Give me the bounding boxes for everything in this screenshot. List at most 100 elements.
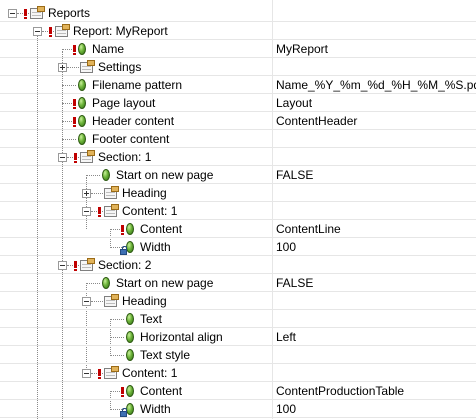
tree-row-section-1[interactable]: Section: 1	[0, 148, 476, 166]
warning-icon	[24, 8, 27, 20]
bullet-icon	[102, 169, 110, 181]
tree-branch-line	[110, 319, 124, 320]
tree-branch-line	[67, 157, 79, 158]
tree-row-reports[interactable]: Reports	[0, 4, 476, 22]
collapse-icon[interactable]	[82, 297, 91, 306]
collapse-icon[interactable]	[82, 207, 91, 216]
tree-property-label: Content	[140, 384, 183, 398]
tree-property-label: Header content	[92, 114, 175, 128]
tree-row-settings[interactable]: Settings	[0, 58, 476, 76]
tree-node-label: Settings	[98, 60, 142, 74]
collapse-icon[interactable]	[58, 153, 67, 162]
tree-property-value[interactable]: FALSE	[276, 167, 313, 183]
tree-property-value[interactable]: MyReport	[276, 41, 328, 57]
expand-icon[interactable]	[82, 189, 91, 198]
tree-node-label: Section: 1	[98, 150, 152, 164]
bullet-icon	[78, 79, 86, 91]
tree-property-label: Horizontal align	[140, 330, 223, 344]
tree-row-content-2[interactable]: Content: 1	[0, 364, 476, 382]
collapse-icon[interactable]	[58, 261, 67, 270]
lock-icon	[120, 246, 127, 255]
warning-icon	[74, 260, 77, 272]
tree-property-label: Footer content	[92, 132, 170, 146]
bullet-icon	[78, 115, 86, 127]
tree-row-prop-horizontal-align[interactable]: Horizontal align Left	[0, 328, 476, 346]
tree-node-label: Report: MyReport	[73, 24, 168, 38]
tree-row-prop-start-new-page-2[interactable]: Start on new page FALSE	[0, 274, 476, 292]
folder-icon	[103, 294, 119, 308]
tree-node-label: Reports	[48, 6, 91, 20]
tree-row-report-myreport[interactable]: Report: MyReport	[0, 22, 476, 40]
bullet-icon	[126, 385, 134, 397]
tree-branch-line	[91, 373, 103, 374]
tree-row-prop-text[interactable]: Text	[0, 310, 476, 328]
tree-row-prop-text-style[interactable]: Text style	[0, 346, 476, 364]
bullet-icon	[78, 133, 86, 145]
bullet-icon	[126, 313, 134, 325]
bullet-icon	[126, 241, 134, 253]
tree-row-prop-start-new-page-1[interactable]: Start on new page FALSE	[0, 166, 476, 184]
tree-row-prop-filename-pattern[interactable]: Filename pattern Name_%Y_%m_%d_%H_%M_%S.p…	[0, 76, 476, 94]
tree-property-value[interactable]: Name_%Y_%m_%d_%H_%M_%S.pdf	[276, 77, 476, 93]
tree-branch-line	[62, 139, 76, 140]
tree-row-content-1[interactable]: Content: 1	[0, 202, 476, 220]
warning-icon	[98, 368, 101, 380]
tree-property-label: Text style	[140, 348, 191, 362]
tree-property-value[interactable]: ContentLine	[276, 221, 341, 237]
tree-row-prop-page-layout[interactable]: Page layout Layout	[0, 94, 476, 112]
tree-row-prop-width-2[interactable]: Width 100	[0, 400, 476, 418]
tree-row-heading-2[interactable]: Heading	[0, 292, 476, 310]
tree-property-label: Page layout	[92, 96, 156, 110]
tree-property-value[interactable]: 100	[276, 401, 296, 417]
tree-row-heading-1[interactable]: Heading	[0, 184, 476, 202]
tree-property-label: Text	[140, 312, 163, 326]
folder-icon	[103, 204, 119, 218]
tree-branch-line	[86, 175, 100, 176]
folder-icon	[79, 60, 95, 74]
warning-icon	[121, 386, 124, 398]
tree-branch-line	[91, 301, 103, 302]
tree-property-value[interactable]: Layout	[276, 95, 312, 111]
folder-icon	[29, 6, 45, 20]
warning-icon	[74, 152, 77, 164]
tree-property-value[interactable]: FALSE	[276, 275, 313, 291]
warning-icon	[49, 26, 52, 38]
warning-icon	[98, 206, 101, 218]
lock-icon	[120, 408, 127, 417]
folder-icon	[79, 258, 95, 272]
folder-icon	[54, 24, 70, 38]
collapse-icon[interactable]	[8, 9, 17, 18]
warning-icon	[73, 116, 76, 128]
tree-property-label: Width	[140, 240, 171, 254]
tree-property-value[interactable]: ContentProductionTable	[276, 383, 404, 399]
tree-row-prop-width-1[interactable]: Width 100	[0, 238, 476, 256]
bullet-icon	[126, 331, 134, 343]
bullet-icon	[126, 403, 134, 415]
tree-property-value[interactable]: 100	[276, 239, 296, 255]
tree-row-prop-header-content[interactable]: Header content ContentHeader	[0, 112, 476, 130]
collapse-icon[interactable]	[33, 27, 42, 36]
bullet-icon	[78, 43, 86, 55]
tree-row-prop-name[interactable]: Name MyReport	[0, 40, 476, 58]
expand-icon[interactable]	[58, 63, 67, 72]
tree-row-prop-footer-content[interactable]: Footer content	[0, 130, 476, 148]
folder-icon	[79, 150, 95, 164]
tree-property-value[interactable]: ContentHeader	[276, 113, 357, 129]
tree-branch-line	[86, 283, 100, 284]
collapse-icon[interactable]	[82, 369, 91, 378]
bullet-icon	[126, 223, 134, 235]
tree-branch-line	[17, 13, 29, 14]
tree-row-prop-content-2[interactable]: Content ContentProductionTable	[0, 382, 476, 400]
tree-branch-line	[67, 67, 79, 68]
tree-branch-line	[110, 337, 124, 338]
tree-row-section-2[interactable]: Section: 2	[0, 256, 476, 274]
folder-icon	[103, 366, 119, 380]
tree-branch-line	[62, 85, 76, 86]
tree-row-prop-content-1[interactable]: Content ContentLine	[0, 220, 476, 238]
tree-branch-line	[91, 193, 103, 194]
folder-icon	[103, 186, 119, 200]
tree-branch-line	[42, 31, 54, 32]
warning-icon	[73, 44, 76, 56]
tree-property-label: Start on new page	[116, 276, 214, 290]
tree-property-value[interactable]: Left	[276, 329, 296, 345]
